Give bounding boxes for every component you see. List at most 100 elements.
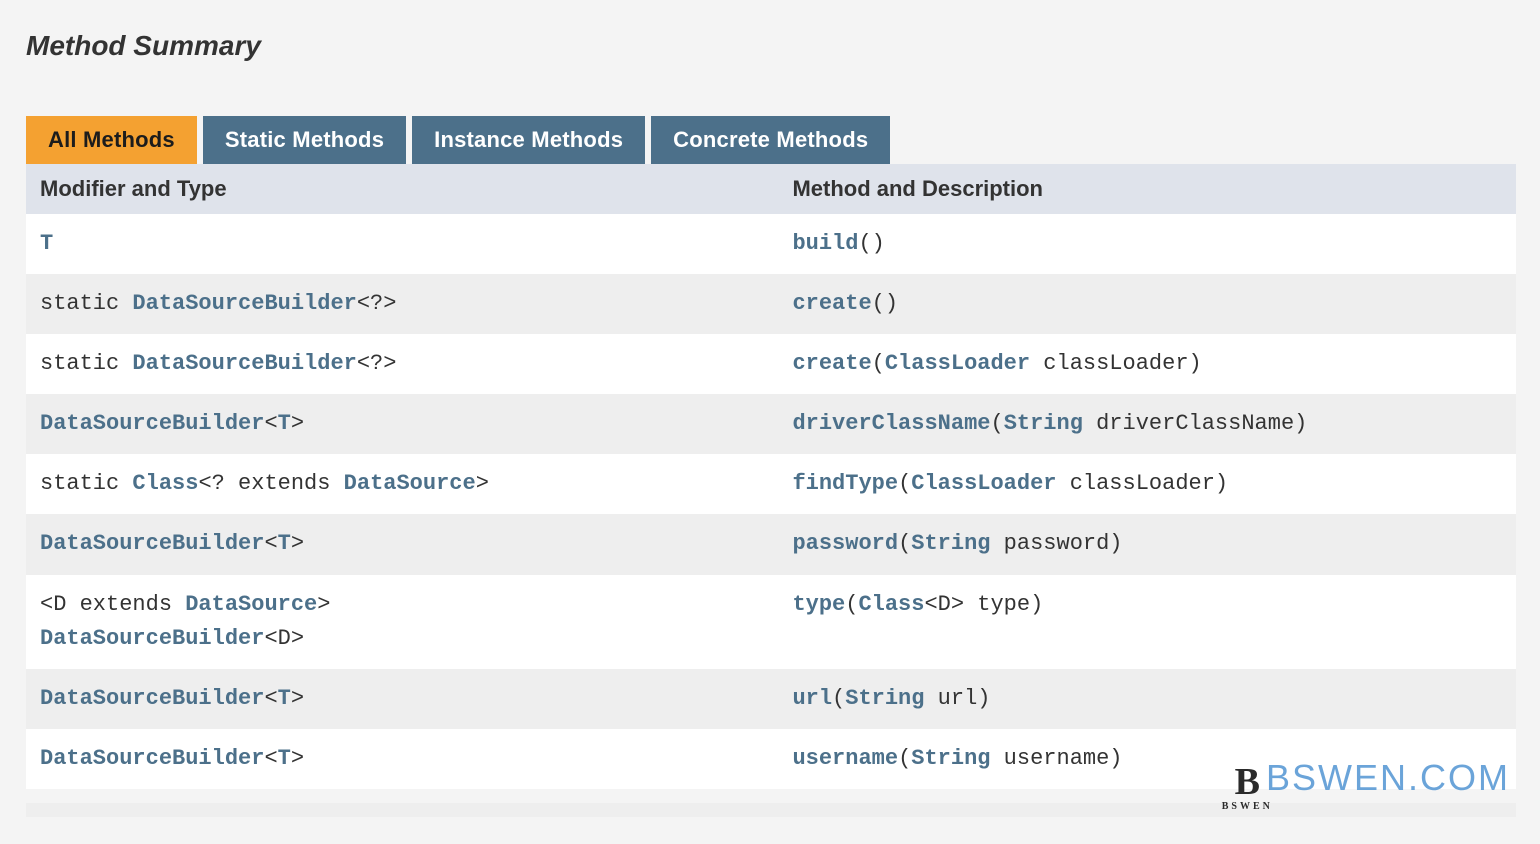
code-text: ( (990, 411, 1003, 436)
code-text: ( (832, 686, 845, 711)
code-text: > (291, 411, 304, 436)
type-link[interactable]: String (911, 531, 990, 556)
table-row: Tbuild() (26, 214, 1516, 274)
method-tabs: All MethodsStatic MethodsInstance Method… (26, 116, 1516, 164)
code-text: classLoader) (1057, 471, 1229, 496)
table-row: <D extends DataSource>DataSourceBuilder<… (26, 575, 1516, 669)
code-text: <D extends (40, 592, 185, 617)
table-row: DataSourceBuilder<T>password(String pass… (26, 514, 1516, 574)
type-link[interactable]: DataSourceBuilder (40, 531, 264, 556)
code-text: < (264, 411, 277, 436)
cell-method-description: driverClassName(String driverClassName) (778, 394, 1516, 454)
table-row: DataSourceBuilder<T>driverClassName(Stri… (26, 394, 1516, 454)
cell-modifier-type: T (26, 214, 778, 274)
cell-modifier-type: DataSourceBuilder<T> (26, 669, 778, 729)
col-header-modifier: Modifier and Type (26, 164, 778, 214)
cell-modifier-type: DataSourceBuilder<T> (26, 729, 778, 789)
cell-modifier-type: static DataSourceBuilder<?> (26, 274, 778, 334)
code-text: driverClassName) (1083, 411, 1307, 436)
code-text: static (40, 291, 132, 316)
code-text: > (291, 686, 304, 711)
code-text: <D> (264, 626, 304, 651)
type-link[interactable]: T (278, 411, 291, 436)
type-link[interactable]: DataSource (185, 592, 317, 617)
cell-method-description: findType(ClassLoader classLoader) (778, 454, 1516, 514)
table-row: static DataSourceBuilder<?>create(ClassL… (26, 334, 1516, 394)
code-text: <D> type) (924, 592, 1043, 617)
code-text: < (264, 531, 277, 556)
code-text: () (858, 231, 884, 256)
code-text: > (291, 746, 304, 771)
type-link[interactable]: T (278, 531, 291, 556)
cell-method-description: build() (778, 214, 1516, 274)
type-link[interactable]: username (792, 746, 898, 771)
cell-method-description: url(String url) (778, 669, 1516, 729)
table-row: DataSourceBuilder<T>url(String url) (26, 669, 1516, 729)
type-link[interactable]: String (1004, 411, 1083, 436)
code-text: > (476, 471, 489, 496)
table-row: static DataSourceBuilder<?>create() (26, 274, 1516, 334)
cell-method-description: username(String username) (778, 729, 1516, 789)
type-link[interactable]: T (40, 231, 53, 256)
cell-modifier-type: DataSourceBuilder<T> (26, 394, 778, 454)
code-text: ( (872, 351, 885, 376)
code-text: <? extends (198, 471, 343, 496)
code-text: ( (898, 746, 911, 771)
type-link[interactable]: findType (792, 471, 898, 496)
cell-modifier-type: <D extends DataSource> DataSourceBuilder<… (26, 575, 778, 669)
type-link[interactable]: DataSourceBuilder (40, 626, 264, 651)
code-text: <?> (357, 291, 397, 316)
table-row: static Class<? extends DataSource> findTy… (26, 454, 1516, 514)
code-text: < (264, 686, 277, 711)
code-text: ( (898, 531, 911, 556)
type-link[interactable]: build (792, 231, 858, 256)
type-link[interactable]: url (792, 686, 832, 711)
type-link[interactable]: DataSourceBuilder (132, 351, 356, 376)
type-link[interactable]: DataSourceBuilder (132, 291, 356, 316)
code-text: ( (845, 592, 858, 617)
type-link[interactable]: create (792, 291, 871, 316)
type-link[interactable]: DataSourceBuilder (40, 686, 264, 711)
tab-all-methods[interactable]: All Methods (26, 116, 197, 164)
tab-static-methods[interactable]: Static Methods (203, 116, 406, 164)
type-link[interactable]: Class (858, 592, 924, 617)
col-header-method: Method and Description (778, 164, 1516, 214)
type-link[interactable]: String (845, 686, 924, 711)
method-summary-table: Modifier and Type Method and Description… (26, 164, 1516, 789)
cell-method-description: create(ClassLoader classLoader) (778, 334, 1516, 394)
type-link[interactable]: driverClassName (792, 411, 990, 436)
cell-modifier-type: DataSourceBuilder<T> (26, 514, 778, 574)
code-text: () (872, 291, 898, 316)
code-text: > (291, 531, 304, 556)
type-link[interactable]: type (792, 592, 845, 617)
cell-method-description: type(Class<D> type) (778, 575, 1516, 669)
code-text: username) (990, 746, 1122, 771)
cell-method-description: create() (778, 274, 1516, 334)
code-text: > (317, 592, 330, 617)
code-text: < (264, 746, 277, 771)
type-link[interactable]: String (911, 746, 990, 771)
section-title: Method Summary (26, 30, 1516, 62)
code-text: ( (898, 471, 911, 496)
type-link[interactable]: ClassLoader (911, 471, 1056, 496)
type-link[interactable]: password (792, 531, 898, 556)
tab-concrete-methods[interactable]: Concrete Methods (651, 116, 890, 164)
type-link[interactable]: DataSource (344, 471, 476, 496)
code-text: static (40, 471, 132, 496)
table-row: DataSourceBuilder<T>username(String user… (26, 729, 1516, 789)
type-link[interactable]: Class (132, 471, 198, 496)
code-text: <?> (357, 351, 397, 376)
type-link[interactable]: T (278, 746, 291, 771)
type-link[interactable]: DataSourceBuilder (40, 411, 264, 436)
code-text: password) (990, 531, 1122, 556)
type-link[interactable]: ClassLoader (885, 351, 1030, 376)
code-text: url) (924, 686, 990, 711)
type-link[interactable]: create (792, 351, 871, 376)
cell-method-description: password(String password) (778, 514, 1516, 574)
type-link[interactable]: DataSourceBuilder (40, 746, 264, 771)
tab-instance-methods[interactable]: Instance Methods (412, 116, 645, 164)
type-link[interactable]: T (278, 686, 291, 711)
footer-strip (26, 803, 1516, 817)
code-text: static (40, 351, 132, 376)
cell-modifier-type: static DataSourceBuilder<?> (26, 334, 778, 394)
